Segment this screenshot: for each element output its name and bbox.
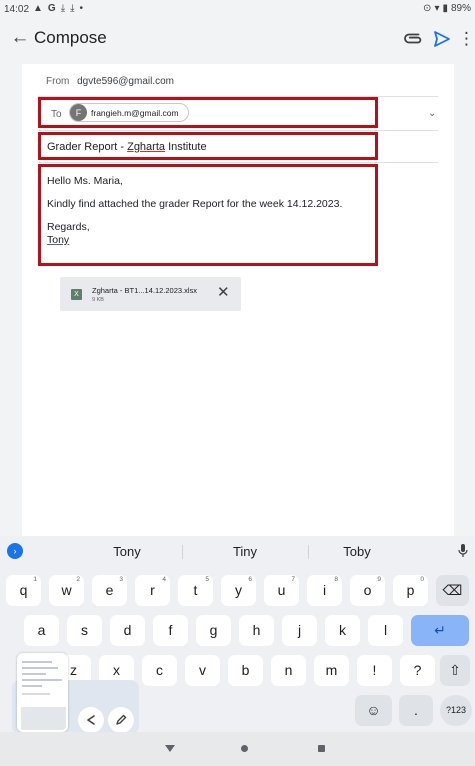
wifi-icon: ▾: [434, 3, 440, 14]
key-y[interactable]: y6: [221, 575, 256, 606]
emoji-icon[interactable]: ☺: [355, 695, 392, 726]
google-icon: G: [47, 3, 56, 14]
key-s[interactable]: s: [67, 615, 102, 646]
key-f[interactable]: f: [153, 615, 188, 646]
subject-field[interactable]: Grader Report - Zgharta Institute: [38, 132, 378, 160]
key-j[interactable]: j: [282, 615, 317, 646]
microphone-icon[interactable]: [458, 542, 468, 560]
status-bar: 14:02 ▲ G ⤓ ⤓ • ⊙ ▾ ▮ 89%: [0, 0, 475, 20]
key-u[interactable]: u7: [264, 575, 299, 606]
key-b[interactable]: b: [228, 655, 263, 686]
recipient-email: frangieh.m@gmail.com: [91, 107, 179, 118]
suggestion-strip: › Tony Tiny Toby: [0, 536, 475, 567]
download-done-icon: ⤓: [60, 3, 66, 14]
body-signature: Tony: [47, 234, 70, 246]
attachment-chip[interactable]: X Zgharta - BT1...14.12.2023.xlsx 9 KB ✕: [60, 277, 241, 311]
from-address: dgvte596@gmail.com: [77, 76, 174, 87]
key-period[interactable]: .: [399, 695, 433, 726]
compose-form: From dgvte596@gmail.com To F frangieh.m@…: [22, 64, 454, 536]
from-row[interactable]: From dgvte596@gmail.com: [46, 76, 174, 87]
key-o[interactable]: o9: [350, 575, 385, 606]
body-greeting: Hello Ms. Maria,: [47, 175, 123, 187]
suggestion[interactable]: Tony: [82, 544, 172, 559]
key-l[interactable]: l: [368, 615, 403, 646]
status-time: 14:02: [4, 4, 30, 15]
enter-icon[interactable]: ↵: [411, 615, 469, 646]
avatar: F: [70, 104, 87, 121]
notification-dot-icon: •: [79, 3, 84, 14]
key-n[interactable]: n: [271, 655, 306, 686]
drive-icon: ▲: [33, 3, 43, 14]
from-label: From: [46, 76, 70, 87]
to-field[interactable]: To F frangieh.m@gmail.com: [38, 97, 378, 128]
key-a[interactable]: a: [24, 615, 59, 646]
key-g[interactable]: g: [196, 615, 231, 646]
suggestion[interactable]: Toby: [312, 544, 402, 559]
location-icon: ⊙: [423, 3, 432, 14]
share-icon[interactable]: [78, 707, 104, 733]
key-r[interactable]: r4: [135, 575, 170, 606]
attachment-size: 9 KB: [92, 297, 104, 303]
battery-icon: ▮: [442, 3, 448, 14]
body-closing: Regards,: [47, 221, 90, 233]
symbols-key[interactable]: ?123: [440, 695, 472, 726]
remove-attachment-icon[interactable]: ✕: [217, 285, 230, 301]
divider: [38, 130, 438, 131]
subject-prefix: Grader Report -: [47, 141, 128, 153]
subject-spellcheck-word: Zgharta: [127, 141, 166, 153]
excel-file-icon: X: [71, 289, 82, 300]
battery-percent: 89%: [450, 3, 471, 14]
key-k[interactable]: k: [325, 615, 360, 646]
attach-icon[interactable]: [403, 28, 425, 50]
key-exclamation[interactable]: !: [357, 655, 392, 686]
key-q[interactable]: q1: [6, 575, 41, 606]
navigation-bar: [0, 732, 475, 766]
app-bar: ← Compose ⋮: [0, 20, 475, 60]
expand-arrow-icon[interactable]: ›: [7, 543, 23, 559]
key-w[interactable]: w2: [49, 575, 84, 606]
chevron-down-icon[interactable]: ⌄: [428, 108, 436, 119]
key-h[interactable]: h: [239, 615, 274, 646]
attachment-filename: Zgharta - BT1...14.12.2023.xlsx: [92, 286, 198, 295]
key-v[interactable]: v: [185, 655, 220, 686]
key-m[interactable]: m: [314, 655, 349, 686]
key-e[interactable]: e3: [92, 575, 127, 606]
back-arrow-icon[interactable]: ←: [8, 26, 32, 50]
key-t[interactable]: t5: [178, 575, 213, 606]
screenshot-thumbnail[interactable]: [17, 653, 68, 732]
nav-home-icon[interactable]: [241, 745, 248, 752]
subject-suffix: Institute: [165, 141, 207, 153]
body-field[interactable]: Hello Ms. Maria, Kindly find attached th…: [38, 164, 378, 266]
key-c[interactable]: c: [142, 655, 177, 686]
shift-icon[interactable]: ⇧: [440, 655, 470, 686]
more-options-icon[interactable]: ⋮: [458, 27, 475, 51]
send-icon[interactable]: [430, 27, 454, 51]
backspace-icon[interactable]: ⌫: [436, 575, 469, 606]
body-line: Kindly find attached the grader Report f…: [47, 198, 343, 210]
to-label: To: [51, 109, 62, 120]
page-title: Compose: [34, 28, 107, 47]
key-d[interactable]: d: [110, 615, 145, 646]
nav-back-icon[interactable]: [165, 745, 175, 752]
suggestion[interactable]: Tiny: [200, 544, 290, 559]
key-question[interactable]: ?: [400, 655, 435, 686]
nav-recents-icon[interactable]: [318, 745, 325, 752]
recipient-chip[interactable]: F frangieh.m@gmail.com: [69, 103, 189, 122]
key-p[interactable]: p0: [393, 575, 428, 606]
key-i[interactable]: i8: [307, 575, 342, 606]
download-done-icon-2: ⤓: [70, 3, 75, 14]
edit-icon[interactable]: [108, 707, 134, 733]
divider: [38, 162, 438, 163]
